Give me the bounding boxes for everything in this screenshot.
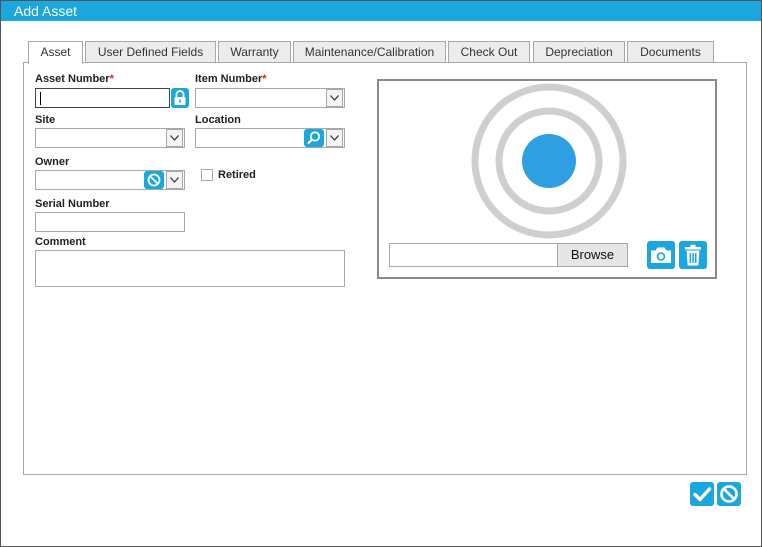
tab-depreciation[interactable]: Depreciation <box>533 41 625 63</box>
lock-button[interactable] <box>171 88 189 108</box>
tab-maintenance-calibration[interactable]: Maintenance/Calibration <box>293 41 446 63</box>
serial-number-field[interactable] <box>35 212 185 232</box>
target-placeholder-icon <box>471 83 627 239</box>
required-marker: * <box>262 73 267 85</box>
asset-picture-panel: Browse <box>377 79 717 279</box>
asset-number-label: Asset Number* <box>35 73 114 85</box>
tab-documents[interactable]: Documents <box>627 41 714 63</box>
comment-label: Comment <box>35 236 86 248</box>
tab-user-defined-fields[interactable]: User Defined Fields <box>85 41 216 63</box>
item-number-select[interactable] <box>195 88 345 108</box>
lock-icon <box>174 90 186 105</box>
text-caret <box>40 92 41 105</box>
site-select[interactable] <box>35 128 185 148</box>
camera-icon <box>651 247 671 263</box>
owner-clear-button[interactable] <box>144 171 164 189</box>
retired-checkbox[interactable] <box>201 169 213 181</box>
tab-warranty[interactable]: Warranty <box>218 41 291 63</box>
take-photo-button[interactable] <box>647 241 675 269</box>
chevron-down-icon <box>330 135 339 141</box>
item-number-dropdown-button[interactable] <box>326 89 343 107</box>
chevron-down-icon <box>170 177 179 183</box>
asset-number-field[interactable] <box>35 88 170 108</box>
owner-dropdown-button[interactable] <box>166 171 183 189</box>
site-dropdown-button[interactable] <box>166 129 183 147</box>
retired-label: Retired <box>218 169 256 181</box>
chevron-down-icon <box>330 95 339 101</box>
comment-field[interactable] <box>35 250 345 287</box>
picture-file-path-field[interactable] <box>389 243 559 267</box>
serial-number-label: Serial Number <box>35 198 110 210</box>
no-entry-icon <box>147 173 161 187</box>
save-button[interactable] <box>690 482 714 506</box>
browse-button[interactable]: Browse <box>557 243 628 267</box>
tab-asset[interactable]: Asset <box>28 41 83 64</box>
location-search-button[interactable] <box>304 129 324 147</box>
item-number-label: Item Number* <box>195 73 267 85</box>
dialog-title: Add Asset <box>1 1 761 21</box>
cancel-button[interactable] <box>717 482 741 506</box>
delete-picture-button[interactable] <box>679 241 707 269</box>
owner-label: Owner <box>35 156 70 168</box>
location-dropdown-button[interactable] <box>326 129 343 147</box>
required-marker: * <box>109 73 114 85</box>
location-label: Location <box>195 114 241 126</box>
chevron-down-icon <box>170 135 179 141</box>
cancel-icon <box>720 485 738 503</box>
search-icon <box>307 131 321 145</box>
add-asset-dialog: Add Asset Asset User Defined Fields Warr… <box>0 0 762 547</box>
trash-icon <box>685 244 701 266</box>
checkmark-icon <box>693 487 712 502</box>
site-label: Site <box>35 114 56 126</box>
tab-check-out[interactable]: Check Out <box>448 41 530 63</box>
